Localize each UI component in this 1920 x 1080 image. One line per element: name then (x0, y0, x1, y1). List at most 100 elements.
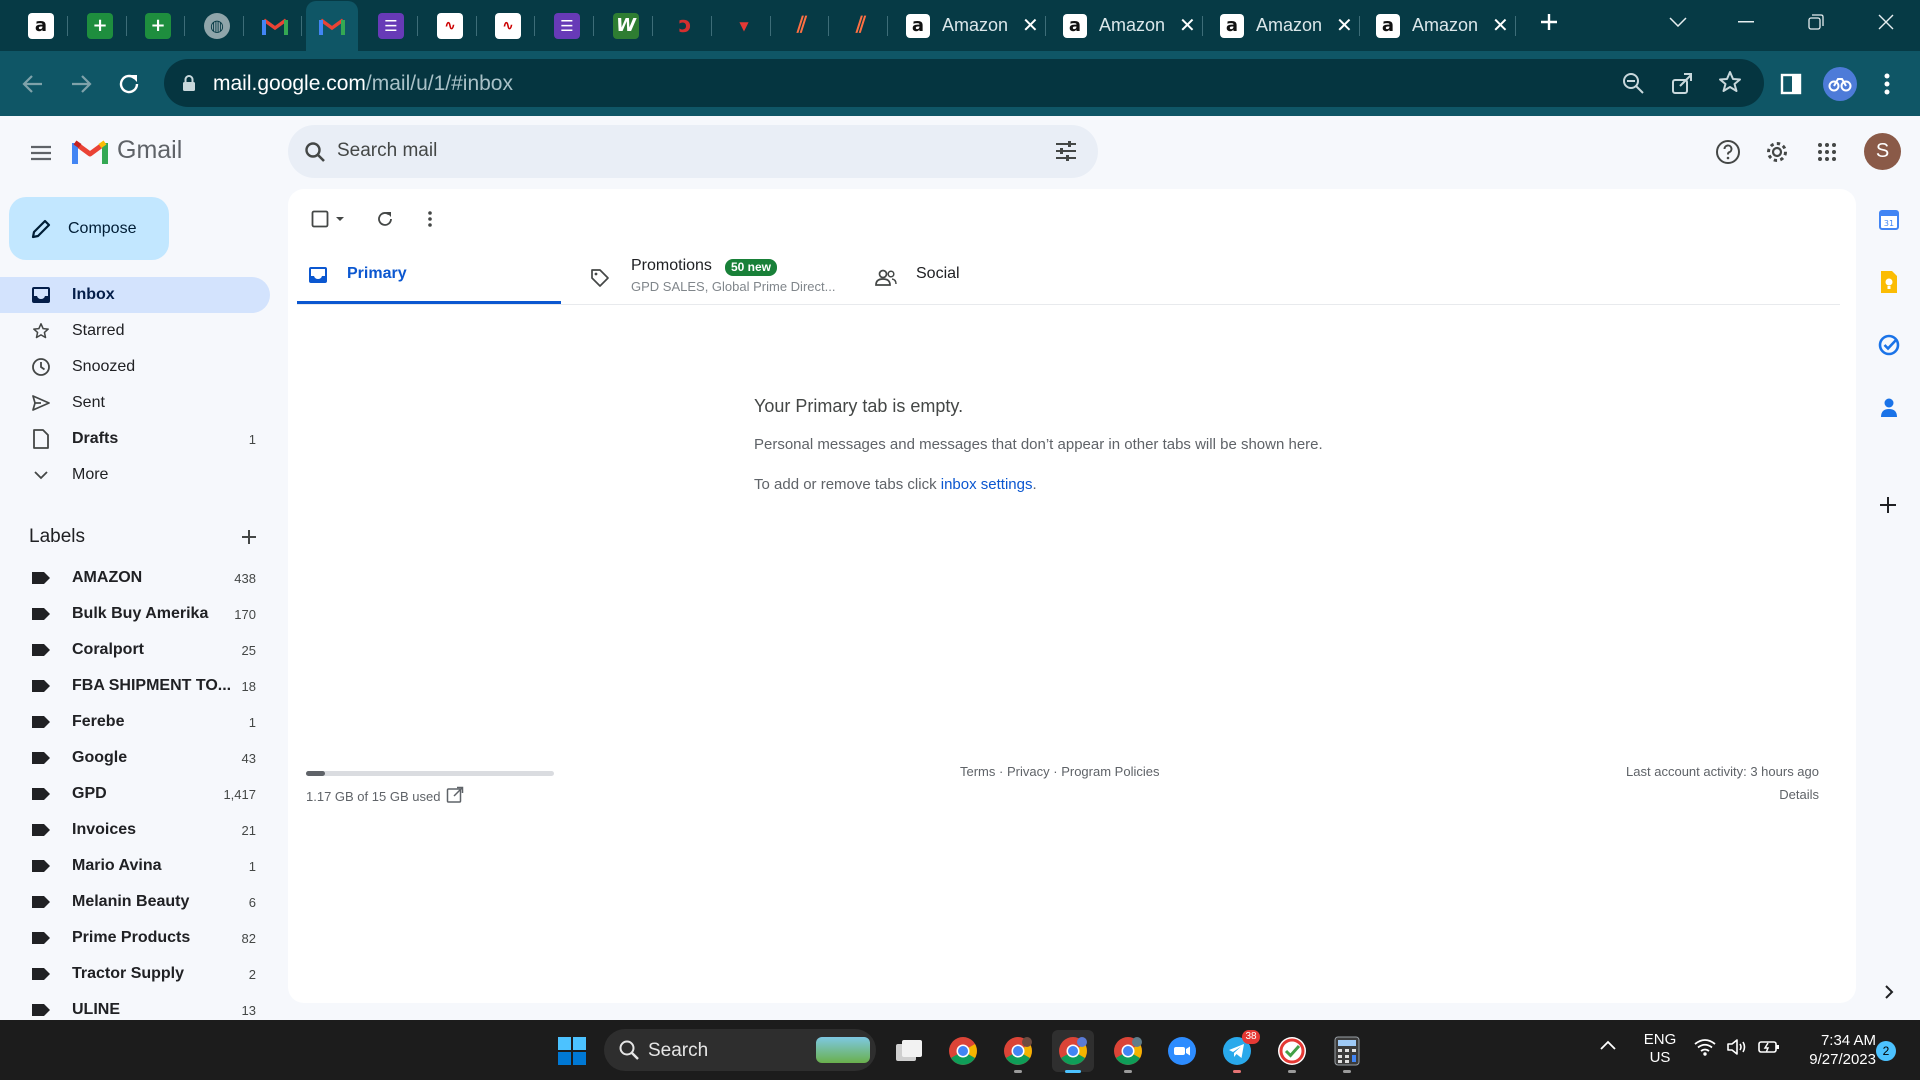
taskbar-search[interactable]: Search (604, 1029, 876, 1071)
nav-more[interactable]: More (0, 457, 270, 493)
back-button[interactable] (16, 67, 50, 101)
bookmark-star-icon[interactable] (1718, 70, 1742, 94)
nav-drafts[interactable]: Drafts 1 (0, 421, 270, 457)
tab-amazon-named[interactable]: a Amazon ✕ (890, 4, 1046, 47)
tasks-app-button[interactable] (1874, 330, 1904, 360)
tab-web[interactable]: ◍ (191, 4, 244, 47)
show-hidden-icons-button[interactable] (1600, 1040, 1616, 1050)
search-options-icon[interactable] (1054, 140, 1078, 162)
apps-button[interactable] (1809, 134, 1845, 170)
select-all-checkbox[interactable] (306, 204, 350, 234)
storage-usage-bar[interactable] (306, 771, 554, 776)
tab-sheets[interactable]: + (74, 4, 127, 47)
address-bar[interactable]: mail.google.com/mail/u/1/#inbox (164, 59, 1764, 107)
forward-button[interactable] (64, 67, 98, 101)
taskbar-calculator[interactable] (1326, 1030, 1368, 1073)
profile-button[interactable] (1823, 67, 1857, 101)
lock-icon[interactable] (181, 74, 197, 92)
tab-gmail-active[interactable] (306, 1, 358, 51)
label-item[interactable]: GPD 1,417 (0, 776, 270, 812)
taskbar-chrome-d[interactable] (1107, 1030, 1149, 1073)
close-tab-icon[interactable]: ✕ (1336, 13, 1353, 38)
tab-amazon[interactable]: a (15, 4, 68, 47)
task-view-button[interactable] (888, 1030, 930, 1072)
tab-red-logo[interactable]: ▼ (718, 4, 771, 47)
terms-link[interactable]: Terms (960, 764, 995, 779)
label-item[interactable]: Melanin Beauty 6 (0, 884, 270, 920)
inbox-settings-link[interactable]: inbox settings (941, 476, 1033, 493)
tab-w[interactable]: W (600, 4, 653, 47)
start-button[interactable] (551, 1030, 593, 1072)
tab-chart-doc[interactable]: ∿ (424, 4, 477, 47)
close-tab-icon[interactable]: ✕ (1179, 13, 1196, 38)
label-item[interactable]: Coralport 25 (0, 632, 270, 668)
tab-forms[interactable]: ☰ (541, 4, 594, 47)
language-indicator[interactable]: ENG US (1641, 1031, 1679, 1067)
storage-usage-text[interactable]: 1.17 GB of 15 GB used (306, 789, 440, 804)
browser-menu-button[interactable] (1870, 67, 1904, 101)
label-item[interactable]: Bulk Buy Amerika 170 (0, 596, 270, 632)
tab-slash[interactable]: ⫽ (776, 4, 829, 47)
nav-sent[interactable]: Sent (0, 385, 270, 421)
compose-button[interactable]: Compose (9, 197, 169, 260)
more-actions-button[interactable] (418, 204, 442, 234)
tab-amazon-named[interactable]: a Amazon ✕ (1047, 4, 1203, 47)
privacy-link[interactable]: Privacy (1007, 764, 1050, 779)
taskbar-telegram[interactable]: 38 (1216, 1030, 1260, 1073)
contacts-app-button[interactable] (1874, 393, 1904, 423)
tab-sheets[interactable]: + (132, 4, 185, 47)
tab-social[interactable]: Social (873, 248, 1073, 304)
restore-button[interactable] (1782, 0, 1850, 44)
nav-snoozed[interactable]: Snoozed (0, 349, 270, 385)
notification-badge[interactable]: 2 (1876, 1041, 1896, 1061)
label-item[interactable]: Invoices 21 (0, 812, 270, 848)
close-tab-icon[interactable]: ✕ (1492, 13, 1509, 38)
close-tab-icon[interactable]: ✕ (1022, 13, 1039, 38)
tab-search-button[interactable] (1644, 0, 1712, 44)
keep-app-button[interactable] (1874, 267, 1904, 297)
label-item[interactable]: Ferebe 1 (0, 704, 270, 740)
search-bar[interactable]: Search mail (288, 125, 1098, 178)
share-icon[interactable] (1670, 71, 1694, 95)
program-policies-link[interactable]: Program Policies (1061, 764, 1159, 779)
label-item[interactable]: Prime Products 82 (0, 920, 270, 956)
taskbar-task-app[interactable] (1271, 1030, 1313, 1073)
get-addons-button[interactable] (1870, 487, 1906, 523)
taskbar-chrome-active[interactable] (1052, 1030, 1094, 1073)
nav-inbox[interactable]: Inbox (0, 277, 270, 313)
main-menu-button[interactable] (22, 136, 60, 170)
tab-amazon-named[interactable]: a Amazon ✕ (1204, 4, 1360, 47)
label-item[interactable]: AMAZON 438 (0, 560, 270, 596)
side-panel-button[interactable] (1774, 67, 1808, 101)
gmail-logo[interactable]: Gmail (72, 136, 182, 165)
search-icon[interactable] (303, 140, 327, 164)
tab-slash[interactable]: ⫽ (835, 4, 888, 47)
tab-amazon-named[interactable]: a Amazon ✕ (1360, 4, 1516, 47)
taskbar-chrome[interactable] (942, 1030, 984, 1072)
refresh-button[interactable] (370, 204, 400, 234)
tab-chart-doc[interactable]: ∿ (482, 4, 535, 47)
reload-button[interactable] (112, 67, 146, 101)
open-in-new-icon[interactable] (446, 786, 464, 804)
expand-side-panel-button[interactable] (1877, 980, 1901, 1004)
account-avatar[interactable]: S (1864, 133, 1901, 170)
settings-button[interactable] (1759, 134, 1795, 170)
clock-area[interactable]: 7:34 AM 9/27/2023 (1790, 1031, 1876, 1069)
calendar-app-button[interactable]: 31 (1874, 205, 1904, 235)
tab-promotions[interactable]: Promotions 50 new GPD SALES, Global Prim… (588, 248, 848, 304)
taskbar-chrome-profile[interactable] (997, 1030, 1039, 1073)
minimize-button[interactable] (1712, 0, 1780, 44)
tab-forms[interactable]: ☰ (365, 4, 418, 47)
search-input[interactable]: Search mail (337, 140, 437, 162)
new-tab-button[interactable] (1515, 0, 1583, 44)
label-item[interactable]: Tractor Supply 2 (0, 956, 270, 992)
tab-swoosh[interactable]: ↄ (659, 4, 712, 47)
taskbar-zoom[interactable] (1161, 1030, 1203, 1072)
label-item[interactable]: Google 43 (0, 740, 270, 776)
support-button[interactable] (1710, 134, 1746, 170)
activity-details-link[interactable]: Details (1779, 787, 1819, 802)
zoom-icon[interactable] (1621, 71, 1645, 95)
system-tray-icons[interactable] (1694, 1038, 1780, 1056)
tab-gmail[interactable] (249, 4, 302, 47)
nav-starred[interactable]: Starred (0, 313, 270, 349)
